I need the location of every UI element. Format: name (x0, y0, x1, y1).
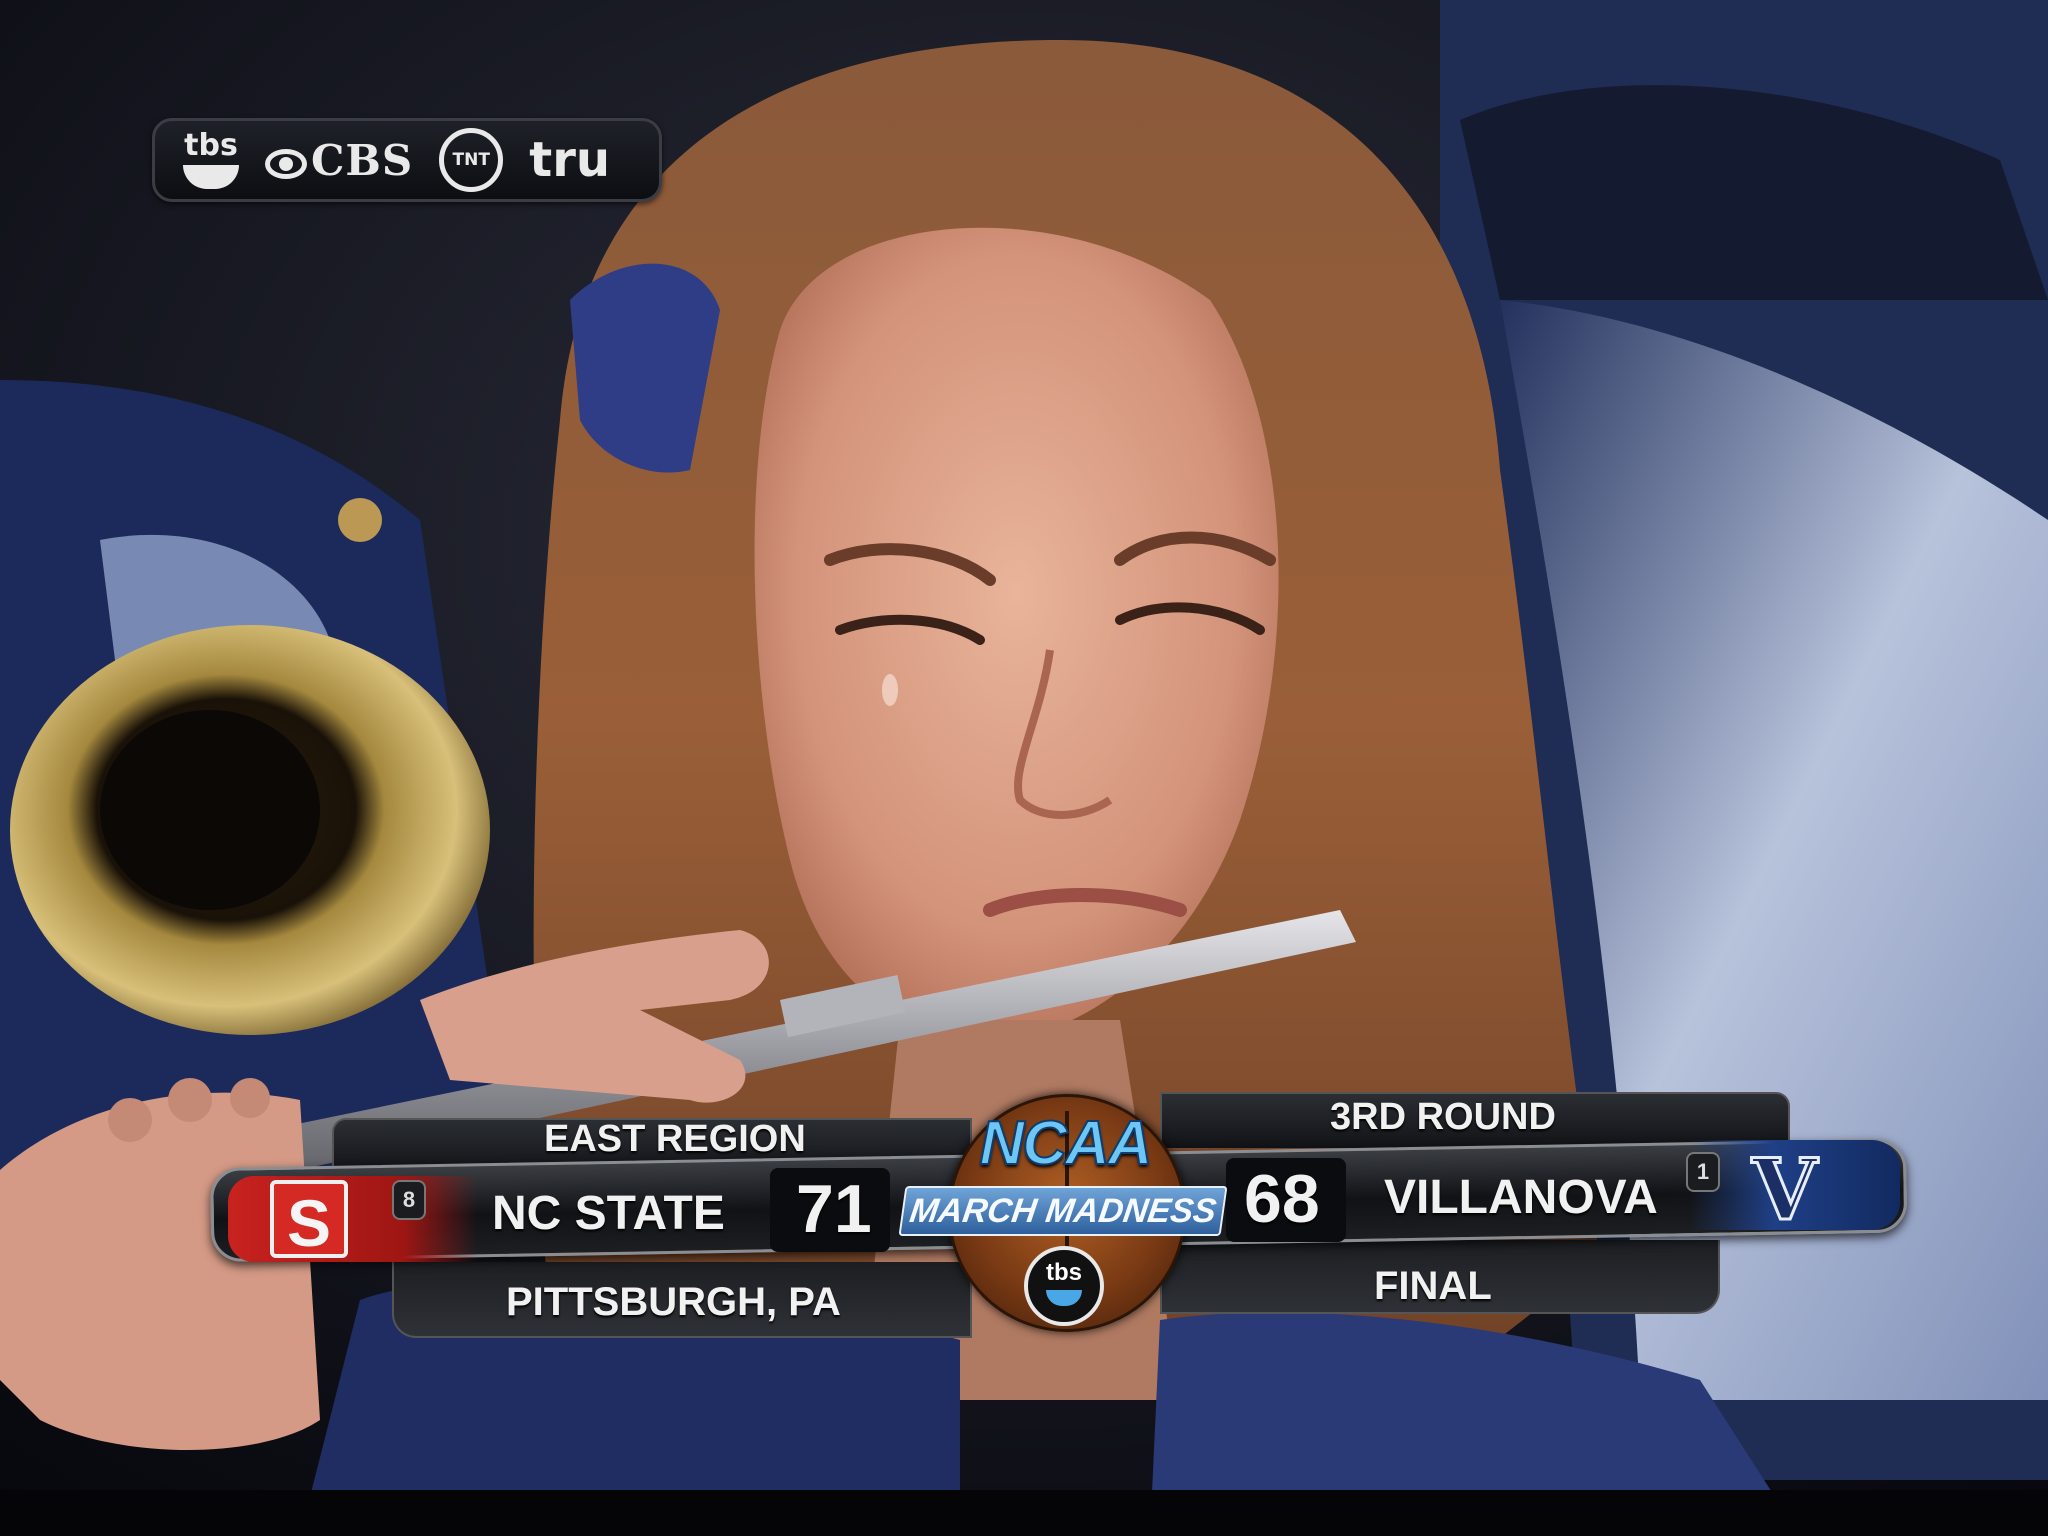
region-label: EAST REGION (544, 1118, 806, 1160)
location-label: PITTSBURGH, PA (506, 1280, 841, 1324)
tbs-bug-icon: tbs (1024, 1246, 1104, 1326)
nc-state-logo-panel: S (228, 1176, 478, 1262)
cbs-logo: CBS (265, 136, 413, 185)
tnt-logo: TNT (439, 128, 504, 192)
right-team-score: 68 (1244, 1161, 1320, 1237)
left-team-score: 71 (796, 1171, 872, 1247)
network-logo-bug: tbs CBS TNT tru (152, 118, 662, 202)
left-team-name: NC STATE (492, 1187, 725, 1240)
villanova-logo-panel: V (1690, 1139, 1900, 1241)
left-team-seed: 8 (392, 1180, 426, 1220)
broadcast-frame: tbs CBS TNT tru S 8 V 1 EAST REGION 3RD … (0, 0, 2048, 1536)
right-team-seed: 1 (1686, 1152, 1720, 1192)
villanova-logo: V (1750, 1139, 1818, 1241)
ncaa-logo: NCAA (978, 1108, 1153, 1179)
tbs-logo: tbs (183, 131, 239, 189)
game-status: FINAL (1374, 1264, 1492, 1308)
round-label: 3RD ROUND (1330, 1096, 1556, 1138)
right-team-name: VILLANOVA (1384, 1171, 1658, 1224)
march-madness-logo: MARCH MADNESS (898, 1186, 1228, 1236)
cbs-eye-icon (265, 148, 307, 179)
trutv-logo: tru (529, 132, 611, 188)
nc-state-logo: S (270, 1180, 348, 1260)
